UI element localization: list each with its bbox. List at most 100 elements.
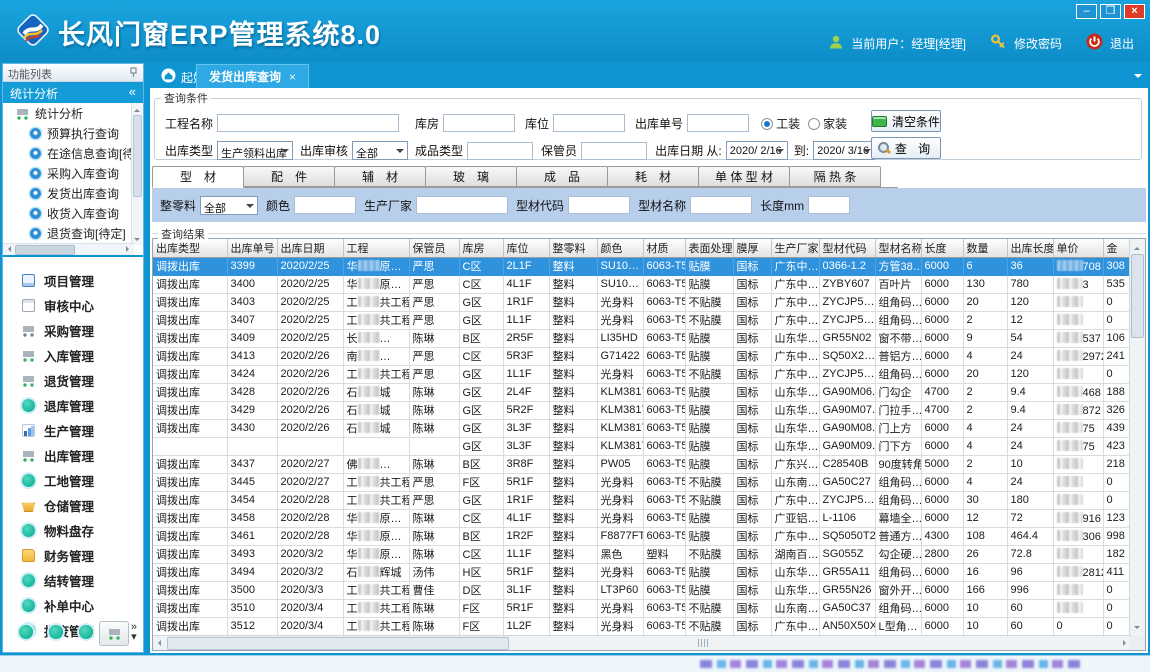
vertical-scrollbar-thumb[interactable] — [1131, 254, 1144, 338]
dock-circle-icon[interactable] — [79, 625, 93, 639]
search-button[interactable]: 查 询 — [871, 137, 941, 159]
column-header[interactable]: 单价 — [1053, 239, 1103, 257]
column-header[interactable]: 型材代码 — [819, 239, 875, 257]
table-row[interactable]: 调拨出库34612020/2/28华原…陈琳B区1R2F整料F8877FT606… — [153, 527, 1131, 545]
column-header[interactable]: 生产厂家 — [771, 239, 819, 257]
sidebar-item[interactable]: 结转管理 — [3, 568, 143, 593]
radio-work[interactable]: 工装 — [761, 115, 800, 132]
group-header[interactable]: 统计分析 « — [3, 82, 143, 103]
table-row[interactable]: 调拨出库34932020/3/2华原…陈琳C区1L1F整料黑色塑料不贴膜国标湖南… — [153, 545, 1131, 563]
table-row[interactable]: 调拨出库34132020/2/26南…严思C区5R3F整料G714226063-… — [153, 347, 1131, 365]
column-header[interactable]: 出库单号 — [227, 239, 277, 257]
dock-cart-button[interactable] — [99, 621, 129, 646]
sidebar-item[interactable]: 入库管理 — [3, 343, 143, 368]
change-password-link[interactable]: 修改密码 — [1014, 35, 1062, 52]
column-header[interactable]: 材质 — [643, 239, 685, 257]
tab-close-icon[interactable]: × — [289, 70, 296, 84]
column-header[interactable]: 数量 — [963, 239, 1007, 257]
table-row[interactable]: 调拨出库34242020/2/26工共工程严思G区1L1F整料光身料6063-T… — [153, 365, 1131, 383]
tree-item[interactable]: 发货出库查询 — [3, 183, 143, 203]
material-tab[interactable]: 型 材 — [152, 166, 244, 188]
column-header[interactable]: 颜色 — [597, 239, 643, 257]
out-no-input[interactable] — [687, 114, 749, 132]
location-input[interactable] — [553, 114, 625, 132]
column-header[interactable]: 工程 — [343, 239, 409, 257]
tab-active[interactable]: 发货出库查询 × — [196, 64, 309, 88]
column-header[interactable]: 金 — [1103, 239, 1131, 257]
profile-name-input[interactable] — [690, 196, 752, 214]
sidebar-item[interactable]: 出库管理 — [3, 443, 143, 468]
keeper-input[interactable] — [581, 142, 647, 160]
sidebar-item[interactable]: 仓储管理 — [3, 493, 143, 518]
profile-code-input[interactable] — [568, 196, 630, 214]
tree-item[interactable]: 退货查询[待定] — [3, 223, 143, 243]
sidebar-item[interactable]: 工地管理 — [3, 468, 143, 493]
table-row[interactable]: 调拨出库34292020/2/26石城陈琳G区5R2F整料KLM38176063… — [153, 401, 1131, 419]
sidebar-item[interactable]: 生产管理 — [3, 418, 143, 443]
clear-conditions-button[interactable]: 清空条件 — [871, 110, 941, 132]
table-row[interactable]: 调拨出库34002020/2/25华原…严思C区4L1F整料SU10…6063-… — [153, 275, 1131, 293]
table-row[interactable]: 调拨出库34582020/2/28华原…陈琳C区4L1F整料光身料6063-T5… — [153, 509, 1131, 527]
column-header[interactable]: 库房 — [459, 239, 503, 257]
material-tab[interactable]: 配 件 — [243, 166, 335, 187]
tree-horizontal-scrollbar[interactable] — [3, 243, 134, 255]
minimize-button[interactable]: – — [1076, 4, 1097, 19]
table-row[interactable]: 调拨出库35102020/3/4工共工程陈琳F区5R1F整料光身料6063-T5… — [153, 599, 1131, 617]
sidebar-item[interactable]: 项目管理 — [3, 268, 143, 293]
color-input[interactable] — [294, 196, 356, 214]
material-tab[interactable]: 玻 璃 — [425, 166, 517, 187]
table-row[interactable]: 调拨出库34072020/2/25工共工程严思G区1L1F整料光身料6063-T… — [153, 311, 1131, 329]
material-tab[interactable]: 辅 材 — [334, 166, 426, 187]
column-header[interactable]: 出库长度 — [1007, 239, 1053, 257]
sidebar-item[interactable]: 补单中心 — [3, 593, 143, 618]
length-input[interactable] — [808, 196, 850, 214]
column-header[interactable]: 出库日期 — [277, 239, 343, 257]
table-row[interactable]: 调拨出库33992020/2/25华原…严思C区2L1F整料SU10…6063-… — [153, 257, 1131, 275]
table-row[interactable]: 调拨出库35122020/3/4工共工程陈琳F区1L2F整料光身料6063-T5… — [153, 617, 1131, 635]
out-type-combo[interactable]: 生产领料出库 — [217, 141, 293, 160]
dock-more-button[interactable]: »▾ — [131, 622, 137, 642]
product-type-input[interactable] — [467, 142, 533, 160]
sidebar-item[interactable]: 物料盘存 — [3, 518, 143, 543]
material-tab[interactable]: 隔 热 条 — [789, 166, 881, 187]
horizontal-scrollbar[interactable] — [153, 635, 1131, 650]
column-header[interactable]: 型材名称 — [875, 239, 921, 257]
table-row[interactable]: 调拨出库34542020/2/28工共工程严思G区1R1F整料光身料6063-T… — [153, 491, 1131, 509]
horizontal-scrollbar-thumb[interactable] — [167, 637, 509, 650]
sidebar-item[interactable]: 财务管理 — [3, 543, 143, 568]
table-row[interactable]: 调拨出库34942020/3/2石辉城汤伟H区5R1F整料光身料6063-T5贴… — [153, 563, 1131, 581]
sidebar-item[interactable]: 退货管理 — [3, 368, 143, 393]
maximize-button[interactable]: ❒ — [1100, 4, 1121, 19]
table-row[interactable]: 调拨出库34452020/2/27工共工程严思F区5R1F整料光身料6063-T… — [153, 473, 1131, 491]
table-row[interactable]: 调拨出库35002020/3/3工共工程曹佳D区3L1F整料LT3P606063… — [153, 581, 1131, 599]
project-name-input[interactable] — [217, 114, 399, 132]
column-header[interactable]: 表面处理 — [685, 239, 733, 257]
collapse-icon[interactable]: « — [129, 84, 136, 99]
maker-input[interactable] — [416, 196, 508, 214]
tree-item[interactable]: 收货入库查询 — [3, 203, 143, 223]
radio-home[interactable]: 家装 — [808, 115, 847, 132]
sidebar-item[interactable]: 采购管理 — [3, 318, 143, 343]
column-header[interactable]: 库位 — [503, 239, 549, 257]
tree-item[interactable]: 采购入库查询 — [3, 163, 143, 183]
date-to-picker[interactable]: 2020/ 3/16 — [813, 141, 875, 160]
table-row[interactable]: 调拨出库34032020/2/25工共工程严思G区1R1F整料光身料6063-T… — [153, 293, 1131, 311]
table-row[interactable]: 调拨出库34282020/2/26石城陈琳G区2L4F整料KLM38176063… — [153, 383, 1131, 401]
pin-icon[interactable] — [129, 67, 138, 78]
date-from-picker[interactable]: 2020/ 2/16 — [726, 141, 788, 160]
logout-link[interactable]: 退出 — [1110, 35, 1134, 52]
table-row[interactable]: 调拨出库34302020/2/26石城陈琳G区3L3F整料KLM38176063… — [153, 419, 1131, 437]
sidebar-item[interactable]: 退库管理 — [3, 393, 143, 418]
column-header[interactable]: 整零料 — [549, 239, 597, 257]
close-button[interactable]: × — [1124, 4, 1145, 19]
column-header[interactable]: 长度 — [921, 239, 963, 257]
table-row[interactable]: 调拨出库34092020/2/25长…陈琳B区2R5F整料LI35HD6063-… — [153, 329, 1131, 347]
sidebar-item[interactable]: 审核中心 — [3, 293, 143, 318]
material-tab[interactable]: 单 体 型 材 — [698, 166, 790, 187]
vertical-scrollbar[interactable] — [1129, 239, 1145, 636]
table-row[interactable]: 调拨出库34372020/2/27佛…陈琳B区3R8F整料PW056063-T5… — [153, 455, 1131, 473]
column-header[interactable]: 膜厚 — [733, 239, 771, 257]
tree-item[interactable]: 预算执行查询 — [3, 123, 143, 143]
material-tab[interactable]: 耗 材 — [607, 166, 699, 187]
tree-root[interactable]: 统计分析 — [3, 103, 143, 123]
